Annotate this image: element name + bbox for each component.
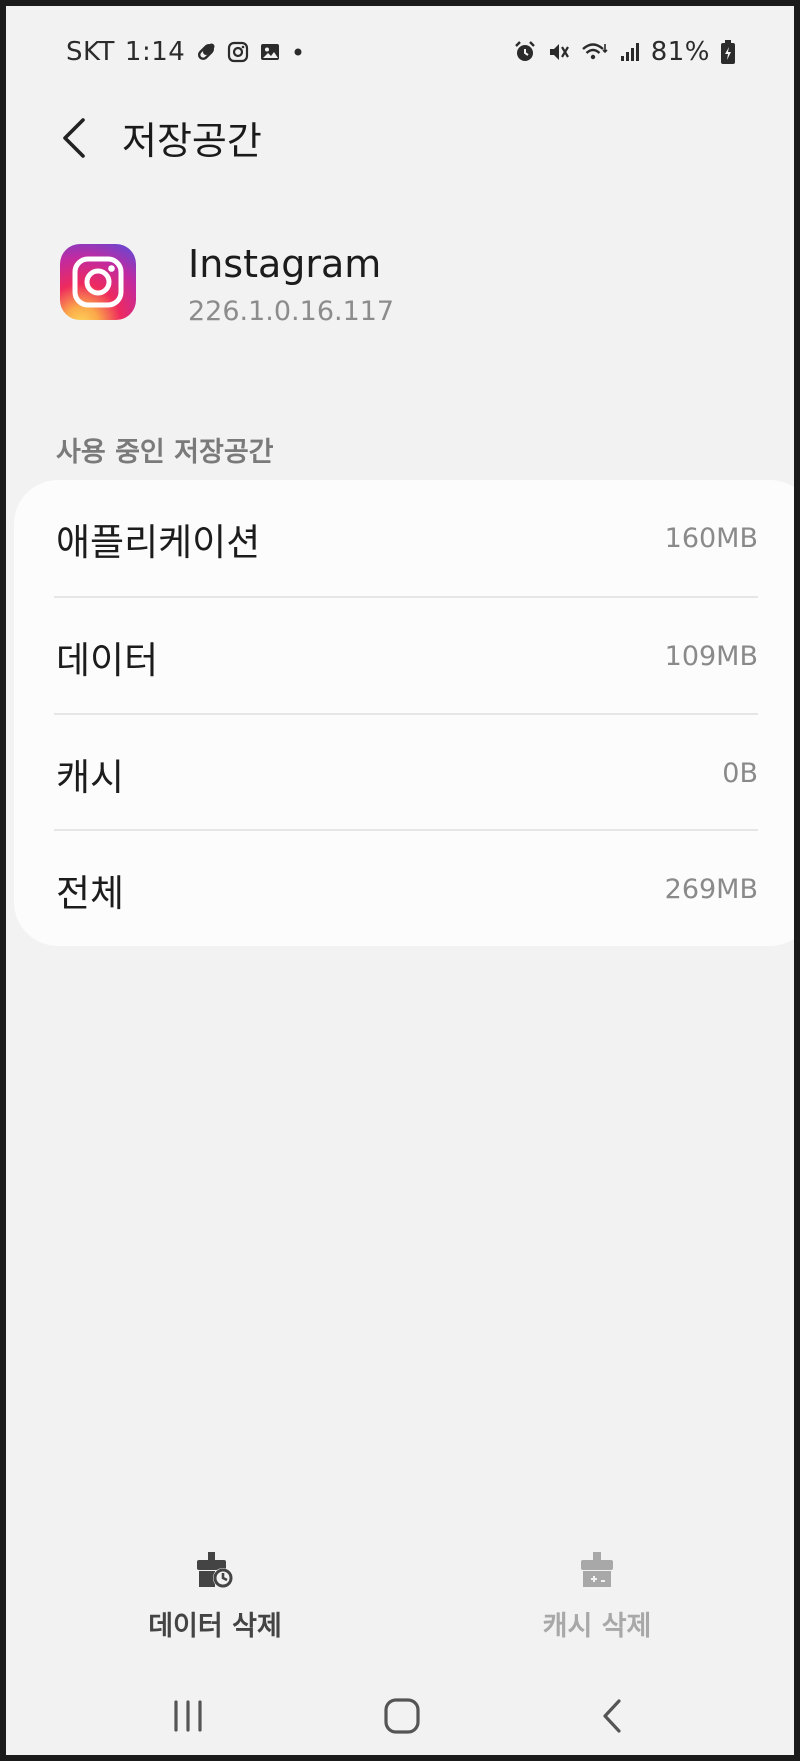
battery-percent: 81% bbox=[650, 37, 710, 67]
alarm-icon bbox=[513, 40, 537, 64]
carrier-label: SKT bbox=[66, 37, 115, 67]
recents-icon bbox=[174, 1700, 202, 1732]
gallery-icon bbox=[259, 41, 281, 63]
chevron-left-icon bbox=[63, 118, 85, 158]
instagram-app-icon bbox=[60, 244, 136, 320]
storage-card: 애플리케이션 160MB 데이터 109MB 캐시 0B 전체 269MB bbox=[14, 480, 794, 946]
pill-icon bbox=[195, 41, 217, 63]
row-value: 109MB bbox=[664, 641, 758, 672]
clear-cache-icon bbox=[581, 1552, 613, 1587]
row-label: 데이터 bbox=[56, 638, 159, 682]
clear-cache-label: 캐시 삭제 bbox=[542, 1611, 652, 1642]
row-label: 애플리케이션 bbox=[56, 520, 261, 564]
row-label: 캐시 bbox=[56, 755, 125, 799]
screen: SKT 1:14 81% 저장공간 Instagram 226.1.0.16.1… bbox=[6, 6, 794, 1755]
home-icon bbox=[384, 1698, 420, 1734]
back-button[interactable] bbox=[48, 112, 100, 164]
clear-data-label: 데이터 삭제 bbox=[148, 1611, 282, 1642]
page-title: 저장공간 bbox=[122, 119, 262, 163]
clock: 1:14 bbox=[124, 37, 186, 67]
battery-icon bbox=[720, 39, 736, 65]
signal-icon bbox=[619, 40, 641, 64]
section-header-storage-used: 사용 중인 저장공간 bbox=[56, 437, 274, 468]
recents-button[interactable] bbox=[148, 1686, 228, 1746]
app-bar: 저장공간 bbox=[6, 98, 794, 178]
mute-icon bbox=[547, 40, 571, 64]
storage-row-total: 전체 269MB bbox=[14, 831, 758, 948]
clear-data-button[interactable]: 데이터 삭제 bbox=[140, 1550, 290, 1643]
status-bar: SKT 1:14 81% bbox=[6, 30, 794, 74]
app-name: Instagram bbox=[188, 242, 382, 286]
home-button[interactable] bbox=[362, 1686, 442, 1746]
clear-cache-button[interactable]: 캐시 삭제 bbox=[522, 1550, 672, 1643]
row-value: 160MB bbox=[664, 523, 758, 554]
app-version: 226.1.0.16.117 bbox=[188, 296, 395, 327]
navigation-bar bbox=[6, 1686, 794, 1746]
clear-data-icon bbox=[197, 1552, 233, 1588]
storage-row-cache: 캐시 0B bbox=[14, 715, 758, 832]
instagram-icon bbox=[227, 41, 249, 63]
wifi-icon bbox=[581, 40, 609, 64]
row-value: 0B bbox=[722, 758, 758, 789]
row-value: 269MB bbox=[664, 874, 758, 905]
storage-row-data: 데이터 109MB bbox=[14, 598, 758, 715]
dot-icon bbox=[291, 41, 305, 63]
nav-back-button[interactable] bbox=[572, 1686, 652, 1746]
storage-row-application: 애플리케이션 160MB bbox=[14, 480, 758, 597]
back-icon bbox=[603, 1699, 621, 1733]
row-label: 전체 bbox=[56, 871, 125, 915]
